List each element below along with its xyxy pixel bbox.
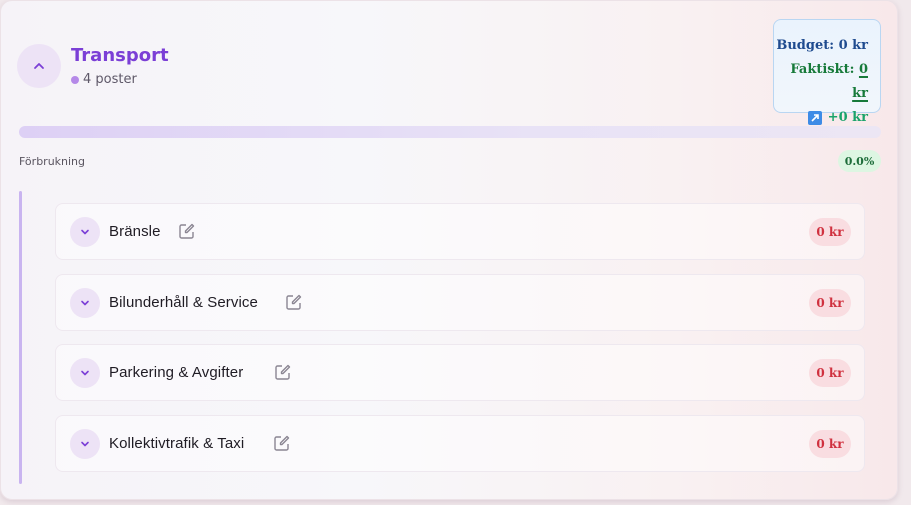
chevron-down-icon bbox=[81, 300, 89, 306]
edit-icon[interactable] bbox=[285, 293, 303, 311]
item-count: 4 poster bbox=[83, 72, 137, 87]
list-item[interactable]: Bränsle 0 kr bbox=[55, 203, 865, 260]
edit-icon[interactable] bbox=[178, 222, 196, 240]
budget-summary: Budget: 0 kr Faktiskt: 0 kr +0 kr bbox=[773, 19, 881, 125]
item-label: Bilunderhåll & Service bbox=[109, 294, 258, 311]
list-item[interactable]: Parkering & Avgifter 0 kr bbox=[55, 344, 865, 401]
item-label: Bränsle bbox=[109, 223, 161, 240]
item-amount: 0 kr bbox=[809, 289, 851, 317]
actual-value: 0 kr bbox=[852, 62, 868, 101]
expand-button[interactable] bbox=[70, 429, 100, 459]
item-amount: 0 kr bbox=[809, 430, 851, 458]
trend-up-icon bbox=[807, 111, 822, 125]
edit-icon[interactable] bbox=[273, 434, 291, 452]
usage-label: Förbrukning bbox=[19, 155, 86, 168]
budget-label: Budget: bbox=[776, 38, 835, 53]
expand-button[interactable] bbox=[70, 288, 100, 318]
list-item[interactable]: Bilunderhåll & Service 0 kr bbox=[55, 274, 865, 331]
edit-icon[interactable] bbox=[274, 363, 292, 381]
chevron-down-icon bbox=[81, 229, 89, 235]
category-subtitle: 4 poster bbox=[71, 72, 137, 87]
usage-percent-badge: 0.0% bbox=[838, 150, 881, 172]
chevron-up-icon bbox=[34, 63, 44, 69]
expand-button[interactable] bbox=[70, 358, 100, 388]
items-accent-border bbox=[19, 191, 22, 484]
chevron-down-icon bbox=[81, 370, 89, 376]
expand-button[interactable] bbox=[70, 217, 100, 247]
usage-progress-bar bbox=[19, 126, 881, 138]
actual-row: Faktiskt: 0 kr bbox=[774, 58, 868, 106]
item-label: Kollektivtrafik & Taxi bbox=[109, 435, 245, 452]
chevron-down-icon bbox=[81, 441, 89, 447]
collapse-button[interactable] bbox=[17, 44, 61, 88]
item-label: Parkering & Avgifter bbox=[109, 364, 244, 381]
item-amount: 0 kr bbox=[809, 218, 851, 246]
item-amount: 0 kr bbox=[809, 359, 851, 387]
category-title: Transport bbox=[71, 45, 169, 66]
actual-label: Faktiskt: bbox=[790, 62, 855, 77]
budget-value: 0 kr bbox=[838, 38, 868, 53]
budget-row: Budget: 0 kr bbox=[774, 34, 868, 58]
list-item[interactable]: Kollektivtrafik & Taxi 0 kr bbox=[55, 415, 865, 472]
dot-icon bbox=[71, 75, 79, 84]
category-card: Transport 4 poster Budget: 0 kr Faktiskt… bbox=[0, 0, 898, 500]
